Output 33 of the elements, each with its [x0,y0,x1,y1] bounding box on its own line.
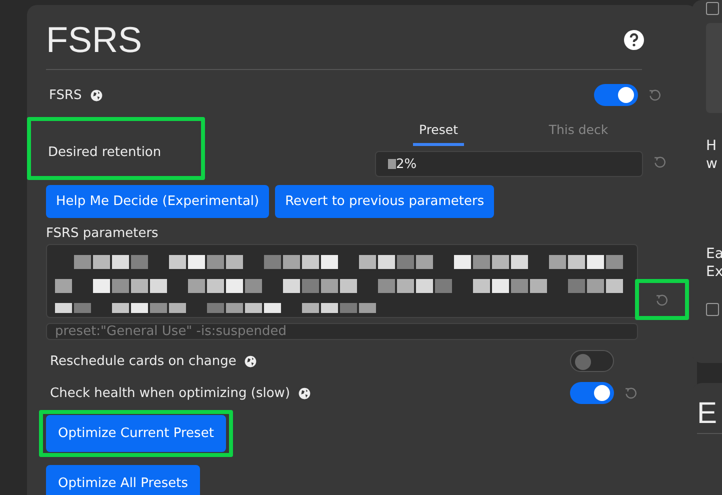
setting-label: Check health when optimizing (slow) [50,386,290,400]
reset-icon[interactable] [653,154,667,168]
search-field[interactable]: preset:"General Use" -is:suspended [46,323,638,340]
tab[interactable]: Preset [413,120,464,146]
reset-icon[interactable] [648,88,662,102]
globe-icon [298,386,312,400]
action-button[interactable]: Optimize All Presets [46,465,200,495]
globe-icon [90,88,103,102]
side-text: w [706,155,718,173]
setting-label: Desired retention [48,145,162,160]
reset-icon[interactable] [624,386,638,400]
setting-label: Reschedule cards on change [50,354,236,368]
section-label: FSRS parameters [46,226,160,241]
action-button[interactable]: Help Me Decide (Experimental) [46,185,270,218]
panel-title: FSRS [46,19,142,61]
reset-icon[interactable] [655,292,669,306]
number-field[interactable]: 2% [375,151,643,177]
side-text: H [706,137,718,155]
action-button[interactable]: Optimize Current Preset [46,415,226,452]
checkbox[interactable] [706,303,719,316]
help-icon[interactable] [624,30,644,50]
redaction-mark [388,159,396,169]
toggle-switch[interactable] [570,350,614,372]
panel-title: E [697,397,722,434]
toggle-switch[interactable] [570,382,614,404]
setting-label: FSRS [49,88,82,102]
checkbox[interactable] [706,2,719,15]
field-value: 2% [396,156,417,172]
action-button[interactable]: Revert to previous parameters [275,185,494,218]
globe-icon [244,354,258,368]
toggle-switch[interactable] [594,84,638,106]
side-text: Ea [706,245,722,263]
tab[interactable]: This deck [514,120,643,146]
